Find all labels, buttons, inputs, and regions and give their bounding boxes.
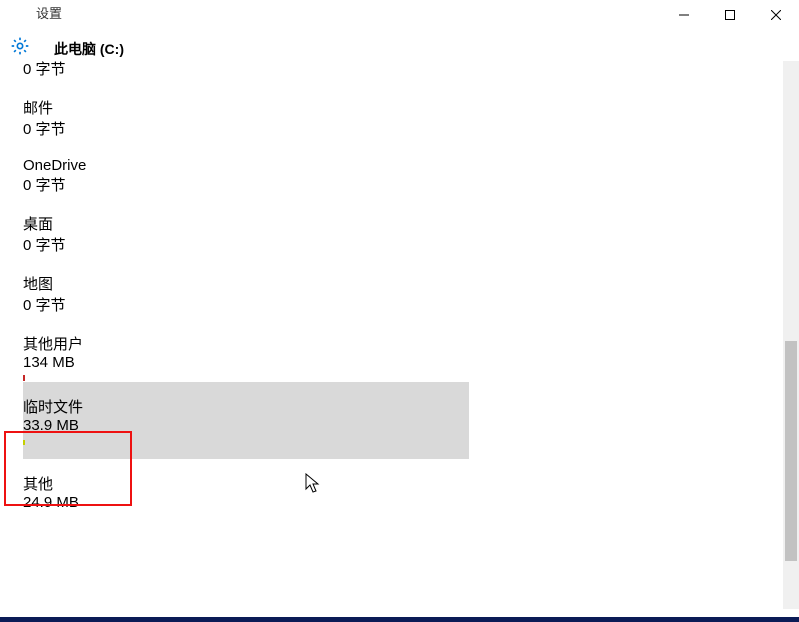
storage-item-size: 0 字节 <box>23 234 469 255</box>
storage-item-name: 桌面 <box>23 213 469 234</box>
storage-item[interactable]: 其他24.9 MB <box>23 459 469 515</box>
storage-item-size: 33.9 MB <box>23 417 469 434</box>
storage-item-size: 24.9 MB <box>23 494 469 511</box>
vertical-scrollbar[interactable] <box>783 61 799 609</box>
storage-item-size: 0 字节 <box>23 60 469 79</box>
storage-item-name: 其他用户 <box>23 333 469 354</box>
storage-item[interactable]: 其他用户134 MB <box>23 319 469 382</box>
storage-bar <box>23 440 469 445</box>
close-button[interactable] <box>753 0 799 30</box>
storage-item-size: 0 字节 <box>23 294 469 315</box>
storage-item[interactable]: 0 字节 <box>23 60 469 83</box>
storage-item-size: 134 MB <box>23 354 469 371</box>
storage-item-name: OneDrive <box>23 157 469 174</box>
storage-item-name: 临时文件 <box>23 396 469 417</box>
storage-item[interactable]: 桌面0 字节 <box>23 199 469 259</box>
storage-item-size: 0 字节 <box>23 118 469 139</box>
maximize-button[interactable] <box>707 0 753 30</box>
taskbar-edge <box>0 617 799 622</box>
titlebar: 设置 <box>0 0 799 30</box>
storage-item-name: 邮件 <box>23 97 469 118</box>
window-title: 设置 <box>36 3 62 22</box>
storage-item-name: 其他 <box>23 473 469 494</box>
gear-icon <box>10 36 30 61</box>
page-title: 此电脑 (C:) <box>54 39 124 59</box>
minimize-button[interactable] <box>661 0 707 30</box>
scrollbar-thumb[interactable] <box>785 341 797 561</box>
storage-item-name: 地图 <box>23 273 469 294</box>
storage-item[interactable]: OneDrive0 字节 <box>23 143 469 199</box>
storage-item-size: 0 字节 <box>23 174 469 195</box>
storage-item[interactable]: 地图0 字节 <box>23 259 469 319</box>
storage-item[interactable]: 邮件0 字节 <box>23 83 469 143</box>
storage-bar <box>23 375 469 378</box>
storage-item[interactable]: 临时文件33.9 MB <box>23 382 469 459</box>
content-area: 0 字节邮件0 字节OneDrive0 字节桌面0 字节地图0 字节其他用户13… <box>0 60 799 609</box>
storage-list: 0 字节邮件0 字节OneDrive0 字节桌面0 字节地图0 字节其他用户13… <box>0 60 799 515</box>
